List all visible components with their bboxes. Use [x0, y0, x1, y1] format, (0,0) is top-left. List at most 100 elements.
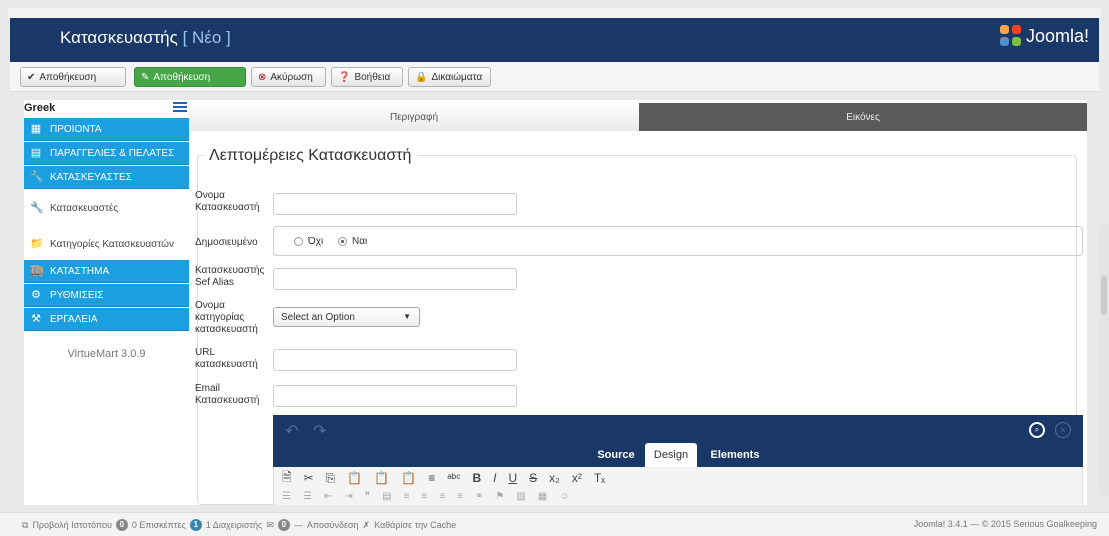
help-button-label: Βοήθεια	[354, 71, 391, 83]
numbered-list-icon[interactable]: ☰	[282, 491, 291, 502]
indent-icon[interactable]: ⇥	[344, 491, 352, 502]
help-icon: ❓	[338, 71, 351, 83]
save-close-button[interactable]: ✎ Αποθήκευση	[134, 67, 246, 87]
save-button-label: Αποθήκευση	[39, 71, 97, 83]
editor-tab-elements[interactable]: Elements	[705, 443, 765, 467]
bold-icon[interactable]: B	[472, 471, 481, 485]
help-button[interactable]: ❓ Βοήθεια	[331, 67, 403, 87]
new-document-icon[interactable]: 🗎	[282, 468, 292, 489]
bullet-list-icon[interactable]: ☰	[303, 491, 312, 502]
joomla-logo[interactable]: Joomla!	[999, 25, 1089, 47]
sidebar-item-manufacturers[interactable]: 🔧 ΚΑΤΑΣΚΕΥΑΣΤΕΣ	[24, 166, 189, 189]
permissions-button[interactable]: 🔒 Δικαιώματα	[408, 67, 491, 87]
zoom-icon[interactable]: ⌕	[1029, 422, 1045, 438]
sidebar-item-tools[interactable]: ⚒ ΕΡΓΑΛΕΙΑ	[24, 308, 189, 331]
alias-label-line: Κατασκευαστής	[195, 265, 265, 276]
page-scrollbar[interactable]	[1099, 225, 1109, 495]
editor-toolbar-row: 🗎 ✂ ⎘ 📋 📋 📋 ≡ ᵃᵇᶜ B I U S x₂ x² Tₓ	[274, 469, 605, 487]
scrollbar-thumb[interactable]	[1101, 275, 1107, 315]
sidebar-item-store[interactable]: 🏬 ΚΑΤΑΣΤΗΜΑ	[24, 260, 189, 283]
email-label-line: Email	[195, 383, 221, 394]
admins-count: 1 Διαχειριστής	[205, 520, 263, 530]
category-select[interactable]: Select an Option ▼	[273, 307, 420, 327]
clear-format-icon[interactable]: Tₓ	[594, 471, 605, 485]
undo-icon[interactable]: ↶	[285, 421, 298, 441]
justify-icon[interactable]: ≡	[457, 491, 463, 502]
view-site-link[interactable]: Προβολή Ιστοτόπου	[32, 520, 111, 530]
category-label: Ονομα κατηγορίας κατασκευαστή	[195, 300, 258, 336]
app-frame: Κατασκευαστής [ Νέο ] Joomla! ✔ Αποθήκευ…	[0, 0, 1109, 536]
align-center-icon[interactable]: ≡	[421, 491, 427, 502]
align-right-icon[interactable]: ≡	[439, 491, 445, 502]
sidebar-item-products[interactable]: ▦ ΠΡΟΙΟΝΤΑ	[24, 118, 189, 141]
published-radio-group: Όχι Ναι	[273, 226, 1083, 256]
store-icon: 🏬	[30, 265, 44, 277]
email-label-line: Κατασκευαστή	[195, 395, 260, 406]
cancel-button[interactable]: ⊗ Ακύρωση	[251, 67, 326, 87]
blockquote-icon[interactable]: ❞	[365, 491, 370, 502]
sidebar-item-orders[interactable]: ▤ ΠΑΡΑΓΓΕΛΙΕΣ & ΠΕΛΑΤΕΣ	[24, 142, 189, 165]
settings-icon: ⚙	[31, 289, 41, 301]
image-icon[interactable]: ▨	[516, 491, 525, 502]
superscript-icon[interactable]: x²	[572, 471, 582, 485]
editor-tab-source[interactable]: Source	[593, 443, 639, 467]
align-left-icon[interactable]: ≡	[404, 491, 410, 502]
radio-label: Ναι	[352, 236, 368, 247]
outdent-icon[interactable]: ⇤	[324, 491, 332, 502]
align-icon[interactable]: ≡	[428, 471, 435, 485]
logout-link[interactable]: Αποσύνδεση	[307, 520, 359, 530]
sef-alias-input[interactable]	[273, 268, 517, 290]
save-button[interactable]: ✔ Αποθήκευση	[20, 67, 126, 87]
radio-label: Όχι	[308, 236, 324, 247]
close-icon[interactable]: ×	[1055, 422, 1071, 438]
sidebar-item-manufacturers-list[interactable]: 🔧 Κατασκευαστές	[24, 190, 189, 226]
wrench-icon: 🔧	[30, 202, 44, 214]
italic-icon[interactable]: I	[493, 471, 496, 485]
paste-word-icon[interactable]: 📋	[401, 471, 416, 485]
messages-badge: 0	[277, 519, 290, 531]
radio-dot	[338, 237, 347, 246]
products-icon: ▦	[30, 123, 42, 135]
copy-icon[interactable]: ⎘	[326, 471, 336, 486]
tab-description[interactable]: Περιγραφή	[189, 103, 639, 131]
status-bar: ⧉ Προβολή Ιστοτόπου 0 0 Επισκέπτες 1 1 Δ…	[0, 512, 1109, 536]
subscript-icon[interactable]: x₂	[549, 471, 560, 485]
spellcheck-icon[interactable]: ᵃᵇᶜ	[447, 471, 460, 485]
tab-images[interactable]: Εικόνες	[639, 103, 1087, 131]
div-icon[interactable]: ▤	[382, 491, 391, 502]
language-selector[interactable]: Greek	[24, 102, 189, 116]
paste-text-icon[interactable]: 📋	[374, 471, 389, 485]
category-label-line: Ονομα	[195, 300, 225, 311]
cut-icon[interactable]: ✂	[304, 471, 314, 485]
email-label: Email Κατασκευαστή	[195, 383, 259, 407]
redo-icon[interactable]: ↷	[313, 421, 326, 441]
manufacturer-url-input[interactable]	[273, 349, 517, 371]
published-yes-radio[interactable]: Ναι	[338, 236, 367, 247]
permissions-button-label: Δικαιώματα	[431, 71, 483, 83]
clear-cache-link[interactable]: Καθάρισε την Cache	[374, 520, 456, 530]
page-title-status: [ Νέο ]	[182, 28, 231, 47]
joomla-icon	[999, 25, 1022, 47]
manufacturer-name-input[interactable]	[273, 193, 517, 215]
link-icon[interactable]: ⚭	[475, 491, 483, 502]
published-no-radio[interactable]: Όχι	[294, 236, 323, 247]
smiley-icon[interactable]: ☺	[559, 491, 569, 502]
alias-label-line: Sef Alias	[195, 277, 234, 288]
paste-icon[interactable]: 📋	[347, 471, 362, 485]
tab-bar: Περιγραφή Εικόνες	[189, 103, 1087, 131]
page-header: Κατασκευαστής [ Νέο ] Joomla!	[10, 18, 1099, 62]
lock-icon: 🔒	[415, 71, 428, 83]
sidebar-item-manufacturer-categories[interactable]: 📁 Κατηγορίες Κατασκευαστών	[24, 226, 189, 262]
clear-cache-icon: ✗	[362, 519, 371, 530]
page-title-text: Κατασκευαστής	[60, 28, 178, 47]
category-label-line: κατασκευαστή	[195, 324, 258, 335]
manufacturer-email-input[interactable]	[273, 385, 517, 407]
editor-tab-design[interactable]: Design	[645, 443, 697, 467]
underline-icon[interactable]: U	[508, 471, 517, 485]
sidebar: Greek ▦ ΠΡΟΙΟΝΤΑ ▤ ΠΑΡΑΓΓΕΛΙΕΣ & ΠΕΛΑΤΕΣ…	[24, 100, 189, 505]
sidebar-item-settings[interactable]: ⚙ ΡΥΘΜΙΣΕΙΣ	[24, 284, 189, 307]
table-icon[interactable]: ▦	[538, 491, 547, 502]
strikethrough-icon[interactable]: S	[529, 471, 537, 485]
anchor-icon[interactable]: ⚑	[495, 491, 504, 502]
alias-label: Κατασκευαστής Sef Alias	[195, 265, 264, 289]
